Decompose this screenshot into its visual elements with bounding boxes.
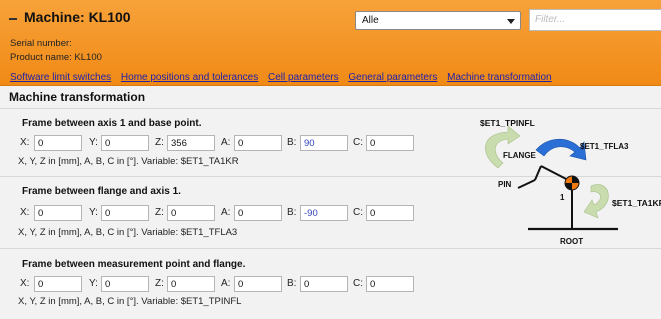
rotation-arrow-icon — [485, 125, 521, 169]
a-field[interactable]: 0 — [234, 135, 282, 151]
field-label: Y: — [89, 137, 98, 148]
frame-fields: X: 0 Y: 0 Z: 356 A: 0 B: 90 C: 0 — [0, 135, 430, 152]
frame-title: Frame between axis 1 and base point. — [22, 118, 202, 129]
kinematic-diagram: $ET1_TPINFL FLANGE $ET1_TFLA3 PIN 1 $ET1… — [480, 118, 661, 246]
a-field[interactable]: 0 — [234, 205, 282, 221]
frame-note: X, Y, Z in [mm], A, B, C in [°]. Variabl… — [18, 156, 239, 167]
filter-input[interactable]: Filter... — [529, 9, 661, 31]
x-field[interactable]: 0 — [34, 205, 82, 221]
field-label: X: — [20, 137, 30, 148]
a-field[interactable]: 0 — [234, 276, 282, 292]
b-field[interactable]: 90 — [300, 135, 348, 151]
c-field[interactable]: 0 — [366, 135, 414, 151]
b-field[interactable]: -90 — [300, 205, 348, 221]
nav-software-limit-switches[interactable]: Software limit switches — [10, 72, 111, 83]
frame-note: X, Y, Z in [mm], A, B, C in [°]. Variabl… — [18, 227, 238, 238]
frame-title: Frame between measurement point and flan… — [22, 259, 246, 270]
nav-general-parameters[interactable]: General parameters — [348, 72, 437, 83]
y-field[interactable]: 0 — [101, 276, 149, 292]
field-label: C: — [353, 137, 363, 148]
machine-header: Machine: KL100 Serial number: Product na… — [0, 0, 661, 86]
diagram-label-ta1kr: $ET1_TA1KR — [612, 198, 661, 208]
diagram-label-tpinfl: $ET1_TPINFL — [480, 118, 535, 128]
diagram-label-pin: PIN — [498, 180, 512, 189]
field-label: Y: — [89, 207, 98, 218]
frame-note: X, Y, Z in [mm], A, B, C in [°]. Variabl… — [18, 296, 242, 307]
nav-machine-transformation[interactable]: Machine transformation — [447, 72, 552, 83]
field-label: A: — [221, 207, 231, 218]
field-label: B: — [287, 278, 297, 289]
field-label: C: — [353, 278, 363, 289]
machine-title: Machine: KL100 — [24, 9, 131, 25]
chevron-down-icon — [507, 19, 515, 24]
field-label: Y: — [89, 278, 98, 289]
frame-fields: X: 0 Y: 0 Z: 0 A: 0 B: -90 C: 0 — [0, 205, 430, 222]
diagram-label-tfla3: $ET1_TFLA3 — [580, 142, 629, 151]
c-field[interactable]: 0 — [366, 276, 414, 292]
filter-select[interactable]: Alle — [355, 11, 521, 30]
nav-home-positions[interactable]: Home positions and tolerances — [121, 72, 258, 83]
diagram-label-root: ROOT — [560, 237, 583, 246]
field-label: C: — [353, 207, 363, 218]
x-field[interactable]: 0 — [34, 276, 82, 292]
collapse-icon[interactable] — [9, 18, 17, 20]
field-label: X: — [20, 278, 30, 289]
z-field[interactable]: 0 — [167, 205, 215, 221]
y-field[interactable]: 0 — [101, 205, 149, 221]
page-title: Machine transformation — [9, 90, 146, 104]
z-field[interactable]: 0 — [167, 276, 215, 292]
diagram-label-axis: 1 — [560, 193, 565, 202]
field-label: A: — [221, 137, 231, 148]
frame-fields: X: 0 Y: 0 Z: 0 A: 0 B: 0 C: 0 — [0, 276, 430, 293]
rotation-arrow-icon — [583, 184, 609, 219]
x-field[interactable]: 0 — [34, 135, 82, 151]
field-label: Z: — [155, 207, 164, 218]
nav-cell-parameters[interactable]: Cell parameters — [268, 72, 339, 83]
rotation-arrow-icon — [535, 138, 587, 161]
field-label: B: — [287, 137, 297, 148]
field-label: A: — [221, 278, 231, 289]
b-field[interactable]: 0 — [300, 276, 348, 292]
z-field[interactable]: 356 — [167, 135, 215, 151]
field-label: Z: — [155, 278, 164, 289]
c-field[interactable]: 0 — [366, 205, 414, 221]
field-label: B: — [287, 207, 297, 218]
filter-select-value: Alle — [362, 15, 379, 26]
diagram-label-flange: FLANGE — [503, 151, 537, 160]
field-label: X: — [20, 207, 30, 218]
product-name: Product name: KL100 — [10, 52, 102, 63]
field-label: Z: — [155, 137, 164, 148]
y-field[interactable]: 0 — [101, 135, 149, 151]
section-nav: Software limit switches Home positions a… — [10, 72, 559, 83]
frame-title: Frame between flange and axis 1. — [22, 186, 181, 197]
serial-number: Serial number: — [10, 38, 72, 49]
